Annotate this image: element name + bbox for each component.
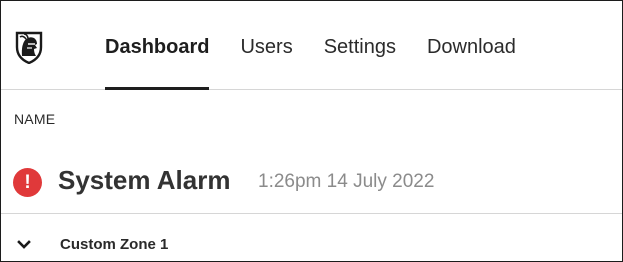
chevron-down-icon[interactable] [17, 237, 31, 249]
name-column-header: NAME [14, 111, 56, 127]
knight-helmet-logo-icon[interactable] [13, 30, 45, 65]
top-nav: Dashboard Users Settings Download [1, 1, 622, 90]
alarm-timestamp: 1:26pm 14 July 2022 [258, 171, 435, 192]
app-window: Dashboard Users Settings Download NAME !… [0, 0, 623, 262]
tab-dashboard[interactable]: Dashboard [105, 1, 210, 90]
zone-row[interactable]: Custom Zone 1 [1, 233, 622, 261]
alarm-row[interactable]: ! System Alarm 1:26pm 14 July 2022 [1, 151, 622, 214]
tab-download[interactable]: Download [427, 1, 516, 89]
exclamation-circle-icon: ! [13, 168, 42, 197]
zone-label: Custom Zone 1 [60, 236, 169, 253]
nav-tabs: Dashboard Users Settings Download [105, 1, 547, 90]
alarm-title: System Alarm [58, 165, 231, 195]
tab-settings[interactable]: Settings [324, 1, 396, 89]
tab-users[interactable]: Users [240, 1, 292, 89]
